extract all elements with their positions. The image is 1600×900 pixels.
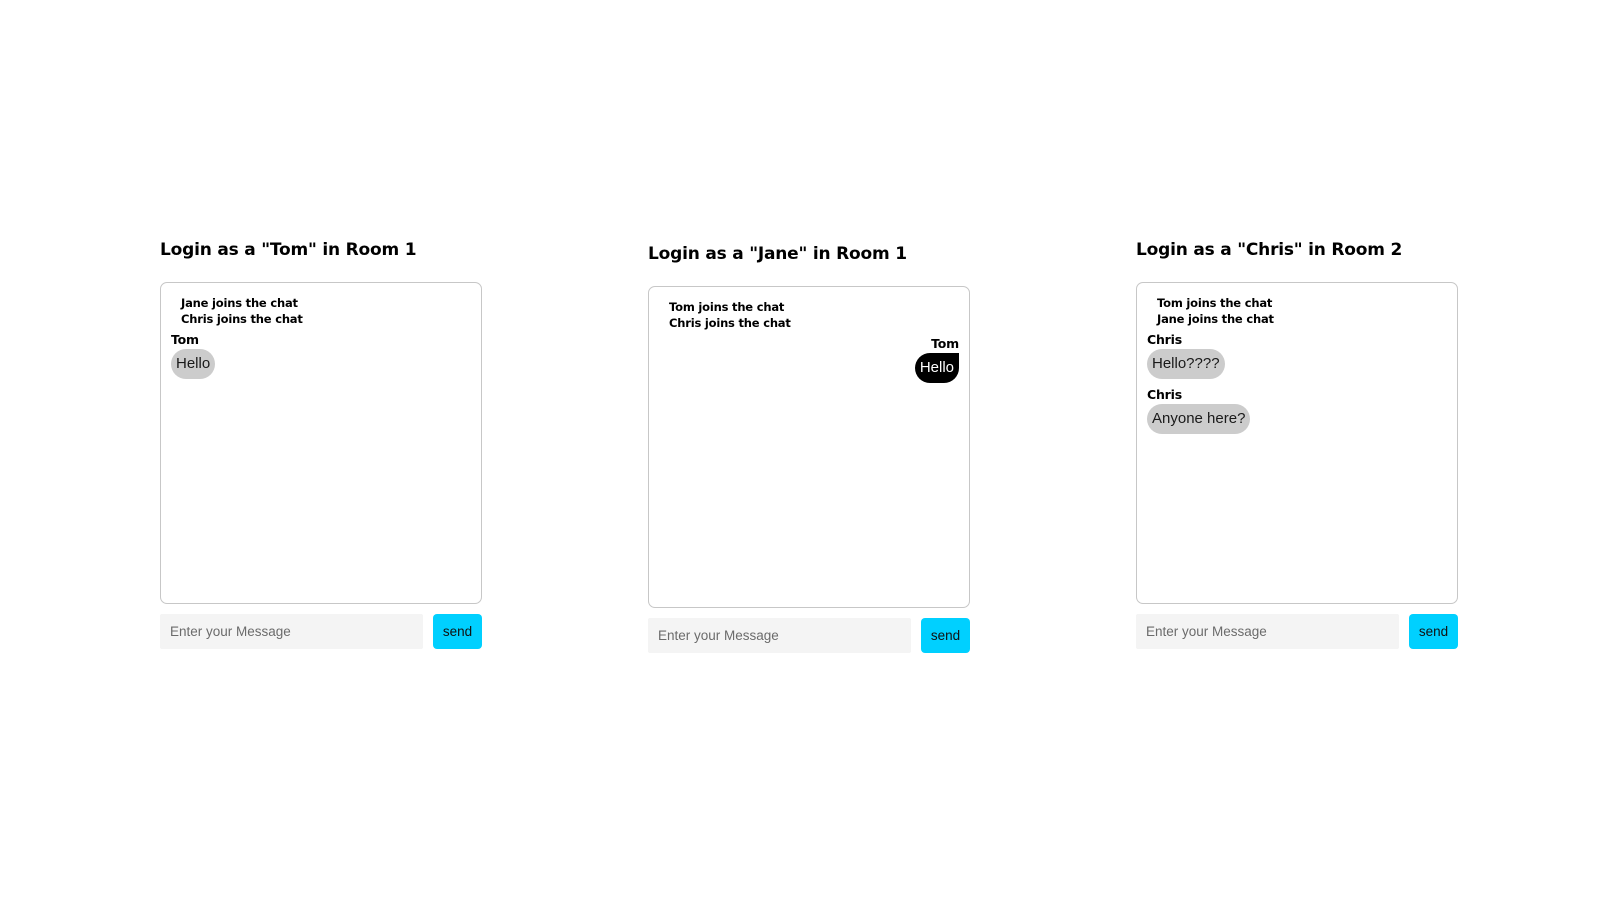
- message-list: Chris Hello???? Chris Anyone here?: [1147, 332, 1447, 442]
- chat-panel-tom: Login as a "Tom" in Room 1 Jane joins th…: [160, 238, 482, 649]
- chat-panel-jane: Login as a "Jane" in Room 1 Tom joins th…: [648, 242, 970, 653]
- join-notices: Jane joins the chat Chris joins the chat: [181, 295, 303, 327]
- chat-window[interactable]: Tom joins the chat Chris joins the chat …: [648, 286, 970, 608]
- join-notice: Tom joins the chat: [669, 300, 785, 314]
- message-sender: Chris: [1147, 332, 1182, 347]
- message-bubble: Hello: [914, 353, 959, 383]
- panel-title: Login as a "Jane" in Room 1: [648, 244, 907, 264]
- message-list: Tom Hello: [659, 336, 959, 391]
- send-button[interactable]: send: [1409, 614, 1458, 649]
- message-input[interactable]: [648, 618, 911, 653]
- message-input[interactable]: [1136, 614, 1399, 649]
- join-notices: Tom joins the chat Chris joins the chat: [669, 299, 791, 331]
- panel-title: Login as a "Tom" in Room 1: [160, 240, 417, 260]
- join-notice: Tom joins the chat: [1157, 296, 1273, 310]
- message-input[interactable]: [160, 614, 423, 649]
- send-button[interactable]: send: [921, 618, 970, 653]
- chat-window[interactable]: Jane joins the chat Chris joins the chat…: [160, 282, 482, 604]
- message-composer: send: [160, 614, 482, 649]
- message-sender: Tom: [171, 332, 199, 347]
- chat-window[interactable]: Tom joins the chat Jane joins the chat C…: [1136, 282, 1458, 604]
- message-sender: Tom: [931, 336, 959, 351]
- message-item: Chris Hello????: [1147, 332, 1447, 379]
- message-item: Tom Hello: [659, 336, 959, 383]
- message-composer: send: [648, 618, 970, 653]
- chat-panel-chris: Login as a "Chris" in Room 2 Tom joins t…: [1136, 238, 1458, 649]
- message-bubble: Anyone here?: [1147, 404, 1251, 434]
- send-button[interactable]: send: [433, 614, 482, 649]
- panel-title: Login as a "Chris" in Room 2: [1136, 240, 1403, 260]
- join-notice: Chris joins the chat: [669, 316, 791, 330]
- message-sender: Chris: [1147, 387, 1182, 402]
- join-notice: Jane joins the chat: [181, 296, 298, 310]
- message-composer: send: [1136, 614, 1458, 649]
- join-notice: Chris joins the chat: [181, 312, 303, 326]
- message-list: Tom Hello: [171, 332, 471, 387]
- message-bubble: Hello: [171, 349, 216, 379]
- message-item: Tom Hello: [171, 332, 471, 379]
- join-notices: Tom joins the chat Jane joins the chat: [1157, 295, 1274, 327]
- message-item: Chris Anyone here?: [1147, 387, 1447, 434]
- join-notice: Jane joins the chat: [1157, 312, 1274, 326]
- message-bubble: Hello????: [1147, 349, 1225, 379]
